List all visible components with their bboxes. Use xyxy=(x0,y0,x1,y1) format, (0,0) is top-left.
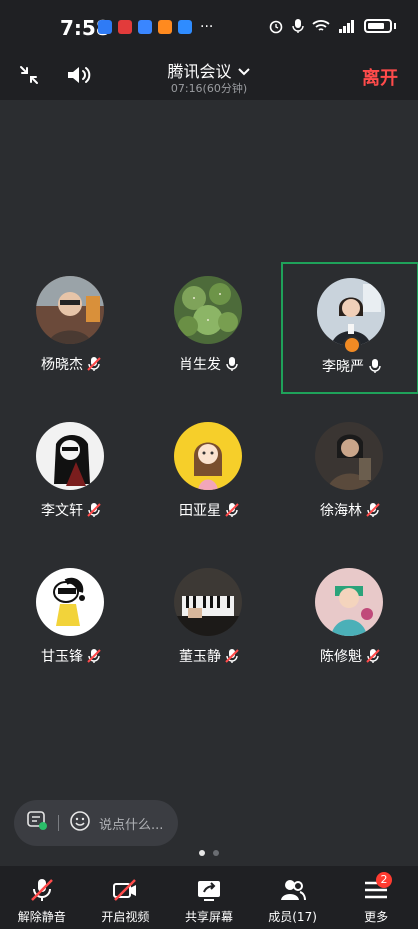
participant-tile[interactable]: 李文轩 xyxy=(2,408,140,540)
notification-icons: ··· xyxy=(98,20,213,34)
meeting-title: 腾讯会议 xyxy=(167,62,232,81)
divider xyxy=(58,815,59,831)
share-screen-label: 共享屏幕 xyxy=(184,910,233,924)
participant-name: 陈修魁 xyxy=(320,649,362,665)
app-notification-icon xyxy=(158,20,172,34)
mic-muted-icon xyxy=(87,357,101,371)
participant-tile[interactable]: 徐海林 xyxy=(281,408,418,540)
participant-name-row: 甘玉锋 xyxy=(2,646,140,666)
app-notification-icon xyxy=(118,20,132,34)
mic-on-icon xyxy=(369,359,381,373)
participant-name-row: 田亚星 xyxy=(140,500,278,520)
share-screen-icon xyxy=(197,881,220,901)
cloud-app-icon xyxy=(178,20,192,34)
more-button[interactable]: 2 更多 xyxy=(334,866,418,929)
wifi-icon xyxy=(312,20,330,31)
participant-name: 甘玉锋 xyxy=(41,649,83,665)
chevron-down-icon xyxy=(237,68,250,76)
video-off-icon xyxy=(113,879,137,901)
battery-tip xyxy=(394,23,396,29)
participant-tile[interactable]: 董玉静 xyxy=(140,554,278,686)
status-bar: 7:58 ··· xyxy=(0,0,418,52)
participant-tile-active[interactable]: 李晓严 xyxy=(281,262,418,394)
avatar xyxy=(36,276,104,344)
chat-placeholder[interactable]: 说点什么... xyxy=(99,814,163,833)
members-icon xyxy=(280,880,306,901)
participant-tile[interactable]: 田亚星 xyxy=(140,408,278,540)
mic-muted-icon xyxy=(30,879,53,901)
participant-name: 董玉静 xyxy=(179,649,221,665)
members-button[interactable]: 成员(17) xyxy=(251,866,335,929)
participant-name: 李晓严 xyxy=(322,359,364,375)
meeting-top-bar: 腾讯会议 07:16(60分钟) 离开 xyxy=(0,52,418,100)
start-video-button[interactable]: 开启视频 xyxy=(84,866,168,929)
participant-tile[interactable]: 肖生发 xyxy=(140,262,278,394)
host-icon xyxy=(343,336,361,354)
participant-name: 肖生发 xyxy=(179,357,221,373)
avatar xyxy=(315,422,383,490)
app-notification-icon xyxy=(98,20,112,34)
participant-name-row: 李文轩 xyxy=(2,500,140,520)
participant-tile[interactable]: 陈修魁 xyxy=(281,554,418,686)
meeting-title-area[interactable]: 腾讯会议 xyxy=(0,58,418,82)
chat-input-bar[interactable]: 说点什么... xyxy=(14,800,178,846)
notification-badge: 2 xyxy=(375,872,392,888)
participant-name-row: 肖生发 xyxy=(140,354,278,374)
meeting-toolbar: 解除静音 开启视频 共享屏幕 成员(17) 2 更多 xyxy=(0,866,418,929)
page-indicator xyxy=(0,850,418,856)
avatar xyxy=(174,568,242,636)
signal-icon xyxy=(339,20,354,33)
battery-icon xyxy=(364,19,392,33)
system-icons xyxy=(268,18,396,34)
mic-muted-icon xyxy=(225,649,239,663)
mic-muted-icon xyxy=(366,649,380,663)
chat-toggle-icon[interactable] xyxy=(26,810,48,836)
participant-name: 田亚星 xyxy=(179,503,221,519)
participant-name-row: 李晓严 xyxy=(283,356,418,376)
participant-name-row: 陈修魁 xyxy=(281,646,418,666)
participant-tile[interactable]: 杨晓杰 xyxy=(2,262,140,394)
avatar xyxy=(174,422,242,490)
start-video-label: 开启视频 xyxy=(101,910,150,924)
participant-name: 徐海林 xyxy=(320,503,362,519)
more-label: 更多 xyxy=(364,910,389,924)
emoji-icon[interactable] xyxy=(69,810,91,836)
participant-name-row: 徐海林 xyxy=(281,500,418,520)
participant-name: 杨晓杰 xyxy=(41,357,83,373)
page-dot xyxy=(213,850,219,856)
more-notifications-icon: ··· xyxy=(200,19,214,35)
leave-button[interactable]: 离开 xyxy=(362,64,398,90)
avatar xyxy=(174,276,242,344)
meeting-duration: 07:16(60分钟) xyxy=(170,82,248,95)
avatar xyxy=(36,422,104,490)
participant-name-row: 杨晓杰 xyxy=(2,354,140,374)
mic-muted-icon xyxy=(87,503,101,517)
share-screen-button[interactable]: 共享屏幕 xyxy=(167,866,251,929)
app-notification-icon xyxy=(138,20,152,34)
mic-muted-icon xyxy=(87,649,101,663)
unmute-button[interactable]: 解除静音 xyxy=(0,866,84,929)
members-label: 成员(17) xyxy=(268,910,317,924)
mic-muted-icon xyxy=(225,503,239,517)
participant-name: 李文轩 xyxy=(41,503,83,519)
mic-on-icon xyxy=(226,357,238,371)
page-dot-active xyxy=(199,850,205,856)
participant-tile[interactable]: 甘玉锋 xyxy=(2,554,140,686)
avatar xyxy=(315,568,383,636)
mic-muted-icon xyxy=(366,503,380,517)
microphone-status-icon xyxy=(292,19,304,33)
participant-name-row: 董玉静 xyxy=(140,646,278,666)
avatar xyxy=(36,568,104,636)
unmute-label: 解除静音 xyxy=(17,910,66,924)
alarm-icon xyxy=(269,20,283,34)
